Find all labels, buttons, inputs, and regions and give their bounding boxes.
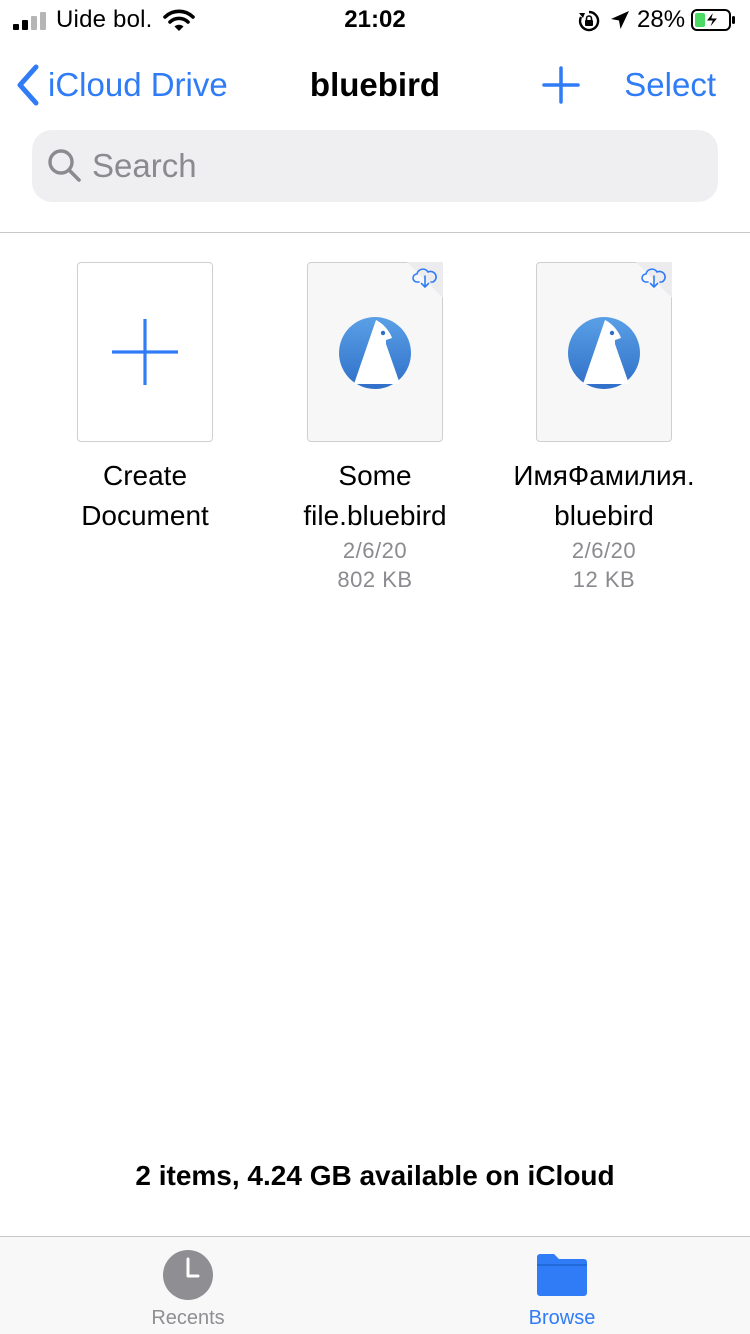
item-name-line: file.bluebird xyxy=(303,500,447,531)
item-size: 802 KB xyxy=(337,567,413,592)
search-icon xyxy=(48,149,81,182)
search-bar[interactable] xyxy=(32,130,718,202)
item-name: ИмяФамилия. bluebird xyxy=(499,456,709,536)
cloud-download-icon xyxy=(412,268,437,288)
item-size: 12 KB xyxy=(572,567,636,592)
orientation-lock-icon xyxy=(578,10,600,32)
item-name-line: Create xyxy=(102,460,188,491)
tab-browse[interactable]: Browse xyxy=(462,1237,662,1334)
file-item[interactable]: Some file.bluebird 2/6/20 802 KB xyxy=(270,262,480,594)
battery-charging-icon xyxy=(691,9,735,31)
create-document-tile[interactable]: Create Document xyxy=(40,262,250,536)
item-name-line: Document xyxy=(81,500,209,531)
item-date: 2/6/20 xyxy=(571,538,637,563)
battery-percent: 28% xyxy=(637,6,686,33)
file-thumbnail[interactable] xyxy=(536,262,672,442)
tab-label: Browse xyxy=(528,1307,596,1329)
storage-summary: 2 items, 4.24 GB available on iCloud xyxy=(135,1160,615,1191)
location-icon xyxy=(611,11,629,29)
status-bar: Uide bol. 21:02 28% xyxy=(0,0,750,40)
plus-icon xyxy=(112,319,178,385)
item-name: Some file.bluebird xyxy=(270,456,480,536)
cloud-download-icon xyxy=(641,268,666,288)
navigation-bar: iCloud Drive bluebird Select xyxy=(0,52,750,116)
file-thumbnail[interactable] xyxy=(307,262,443,442)
plus-icon[interactable] xyxy=(542,66,580,104)
item-name-line: ИмяФамилия. xyxy=(513,460,695,491)
item-name-line: bluebird xyxy=(554,500,654,531)
tab-label: Recents xyxy=(151,1307,225,1329)
bluebird-app-icon xyxy=(339,317,411,389)
select-button[interactable]: Select xyxy=(624,66,716,104)
item-name: Create Document xyxy=(40,456,250,536)
document-thumbnail[interactable] xyxy=(77,262,213,442)
tab-recents[interactable]: Recents xyxy=(88,1237,288,1334)
item-name-line: Some xyxy=(338,460,412,491)
folder-icon xyxy=(537,1254,587,1296)
clock-icon xyxy=(163,1250,213,1300)
file-item[interactable]: ИмяФамилия. bluebird 2/6/20 12 KB xyxy=(499,262,709,594)
files-browser-screen: Uide bol. 21:02 28% iCloud Drive bluebir… xyxy=(0,0,750,1334)
search-input[interactable] xyxy=(92,130,692,202)
bluebird-app-icon xyxy=(568,317,640,389)
divider xyxy=(0,232,750,233)
tab-bar: Recents Browse xyxy=(0,1236,750,1334)
item-date: 2/6/20 xyxy=(342,538,408,563)
